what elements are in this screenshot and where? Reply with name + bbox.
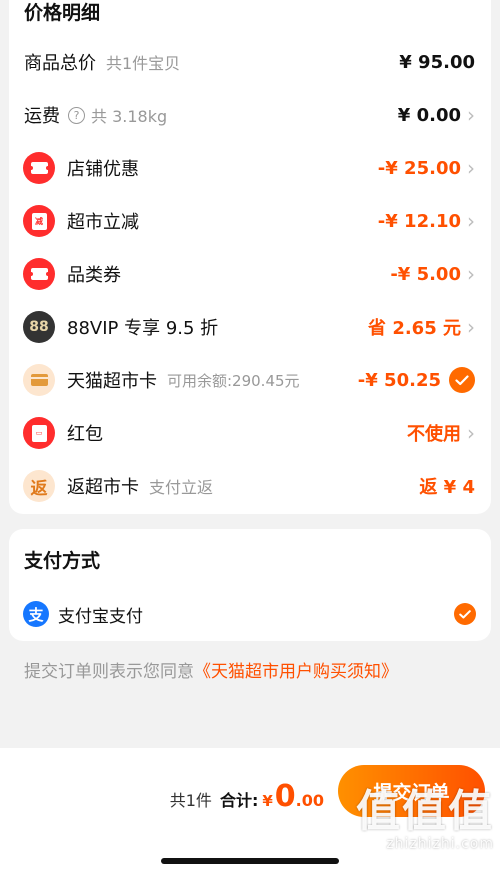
store-discount-amount: -¥ 25.00: [377, 157, 461, 179]
row-sub: 共 3.18kg: [91, 107, 168, 126]
row-label: 88VIP 专享 9.5 折: [67, 318, 219, 339]
category-coupon-amount: -¥ 5.00: [390, 263, 461, 285]
row-value: -¥ 12.10 ›: [378, 211, 475, 232]
watermark-url: zhizhizhi.com: [386, 836, 494, 852]
coupon-icon: [23, 258, 55, 290]
price-details-card: 价格明细 商品总价 共1件宝贝 ¥ 95.00 运费 ? 共 3.18kg ¥ …: [9, 0, 491, 514]
row-shipping[interactable]: 运费 ? 共 3.18kg ¥ 0.00 ›: [9, 91, 491, 139]
row-value: -¥ 5.00 ›: [390, 264, 475, 285]
row-value: 不使用 ›: [407, 420, 475, 446]
row-label: 红包: [67, 424, 103, 445]
market-reduction-amount: -¥ 12.10: [377, 210, 461, 232]
chevron-right-icon: ›: [467, 421, 475, 445]
chevron-right-icon: ›: [467, 156, 475, 180]
row-category-coupon[interactable]: 品类券 -¥ 5.00 ›: [9, 250, 491, 298]
row-value: ¥ 0.00 ›: [398, 105, 475, 126]
row-value: -¥ 50.25: [358, 367, 475, 393]
red-packet-icon: ▭: [23, 417, 55, 449]
row-label: 运费: [24, 106, 60, 127]
card-icon: [23, 364, 55, 396]
row-sub: 支付立返: [149, 478, 214, 497]
chevron-right-icon: ›: [467, 315, 475, 339]
total-amount-int: 0: [274, 779, 296, 814]
vip-savings-amount: 省 2.65 元: [368, 318, 461, 339]
row-red-packet[interactable]: ▭ 红包 不使用 ›: [9, 409, 491, 457]
payment-option-alipay[interactable]: 支 支付宝支付: [9, 590, 491, 638]
agreement-link[interactable]: 《天猫超市用户购买须知》: [194, 662, 398, 682]
row-value: 省 2.65 元 ›: [368, 314, 475, 340]
row-rebate: 返 返超市卡 支付立返 返 ¥ 4: [9, 462, 491, 510]
rebate-amount: 返 ¥ 4: [419, 477, 475, 498]
watermark: 值值值 zhizhizhi.com: [356, 786, 494, 853]
row-sub: 共1件宝贝: [106, 54, 181, 73]
coupon-icon: [23, 152, 55, 184]
price-details-title: 价格明细: [24, 2, 101, 24]
total-area: 共1件 合计: ¥ 0 .00: [170, 779, 324, 814]
row-value: [446, 603, 476, 625]
row-label: 返超市卡: [67, 477, 139, 498]
row-store-discount[interactable]: 店铺优惠 -¥ 25.00 ›: [9, 144, 491, 192]
help-icon[interactable]: ?: [68, 106, 85, 124]
rebate-icon: 返: [23, 470, 55, 502]
alipay-icon: 支: [23, 601, 49, 627]
payment-method-title: 支付方式: [24, 550, 101, 572]
total-amount-dec: .00: [295, 791, 324, 810]
total-currency: ¥: [262, 792, 273, 810]
row-sub: 可用余额:290.45元: [167, 371, 300, 390]
row-value: -¥ 25.00 ›: [378, 158, 475, 179]
home-indicator: [161, 858, 339, 864]
payment-method-label: 支付宝支付: [58, 606, 143, 627]
tmall-card-amount: -¥ 50.25: [357, 369, 441, 391]
row-tmall-card[interactable]: 天猫超市卡 可用余额:290.45元 -¥ 50.25: [9, 356, 491, 404]
row-value: ¥ 95.00: [399, 52, 475, 73]
chevron-right-icon: ›: [467, 209, 475, 233]
checkmark-icon[interactable]: [449, 367, 475, 393]
row-goods-total: 商品总价 共1件宝贝 ¥ 95.00: [9, 38, 491, 86]
item-count: 共1件: [169, 791, 212, 810]
watermark-logo: 值值值: [356, 786, 494, 837]
row-label: 超市立减: [67, 212, 139, 233]
chevron-right-icon: ›: [467, 103, 475, 127]
row-label: 天猫超市卡: [67, 371, 157, 392]
goods-total-amount: ¥ 95.00: [399, 51, 475, 73]
checkmark-icon[interactable]: [454, 603, 476, 625]
total-label: 合计:: [219, 791, 259, 810]
row-label: 店铺优惠: [67, 159, 139, 180]
agreement-text: 提交订单则表示您同意《天猫超市用户购买须知》: [24, 657, 398, 682]
bottom-bar: 共1件 合计: ¥ 0 .00 提交订单 值值值 zhizhizhi.com: [0, 748, 500, 875]
88vip-icon: 88: [23, 311, 55, 343]
red-packet-status: 不使用: [407, 424, 461, 445]
row-label: 商品总价: [24, 53, 96, 74]
agreement-prefix: 提交订单则表示您同意: [24, 662, 194, 682]
payment-method-card: 支付方式 支 支付宝支付: [9, 529, 491, 641]
chevron-right-icon: ›: [467, 262, 475, 286]
row-88vip[interactable]: 88 88VIP 专享 9.5 折 省 2.65 元 ›: [9, 303, 491, 351]
row-label: 品类券: [67, 265, 121, 286]
row-market-reduction[interactable]: 减 超市立减 -¥ 12.10 ›: [9, 197, 491, 245]
discount-icon: 减: [23, 205, 55, 237]
shipping-amount: ¥ 0.00: [397, 104, 461, 126]
row-value: 返 ¥ 4: [419, 473, 475, 499]
